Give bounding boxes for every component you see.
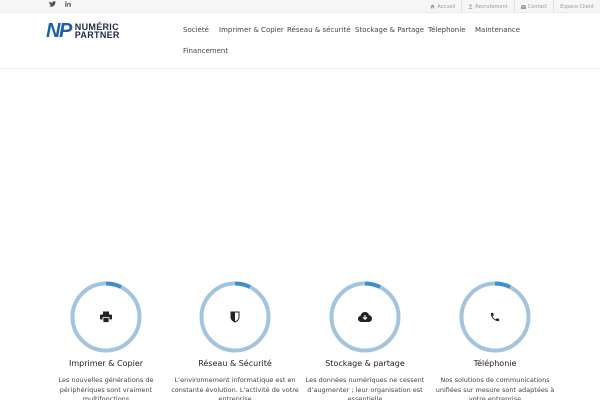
top-link-label: Contact [527, 3, 548, 10]
feature-ring [69, 280, 143, 354]
feature-title: Réseau & Sécurité [198, 359, 272, 368]
top-link-accueil[interactable]: Accueil [424, 0, 461, 13]
top-link-contact[interactable]: Contact [513, 0, 553, 13]
nav-item-maintenance[interactable]: Maintenance [475, 26, 520, 34]
top-bar: Accueil Recrutement Contact Espace Clien… [0, 0, 600, 13]
site-header: NP NUMÉRIC PARTNER Société Imprimer & Co… [0, 13, 600, 69]
feature-telephonie[interactable]: Téléphonie Nos solutions de communicatio… [425, 280, 565, 400]
social-links [49, 1, 71, 7]
envelope-icon [520, 4, 526, 9]
feature-imprimer-copier[interactable]: Imprimer & Copier Les nouvelles générati… [36, 280, 176, 400]
feature-title: Téléphonie [473, 359, 517, 368]
top-link-recrutement[interactable]: Recrutement [461, 0, 513, 13]
top-link-espace-client[interactable]: Espace Client [553, 0, 600, 13]
logo-mark: NP [46, 20, 72, 42]
nav-item-telephonie[interactable]: Télephonie [428, 26, 466, 34]
feature-title: Stockage & partage [325, 359, 405, 368]
feature-description: L’environnement informatique est en cons… [171, 376, 299, 400]
feature-reseau-securite[interactable]: Réseau & Sécurité L’environnement inform… [165, 280, 305, 400]
feature-ring [198, 280, 272, 354]
home-icon [430, 4, 436, 9]
hero-area [0, 70, 600, 265]
top-links: Accueil Recrutement Contact Espace Clien… [424, 0, 600, 13]
cloud-download-icon [358, 312, 372, 322]
feature-description: Les données numériques ne cessent d’augm… [305, 376, 425, 400]
logo-wordmark: NUMÉRIC PARTNER [74, 22, 120, 40]
nav-item-imprimer-copier[interactable]: Imprimer & Copier [219, 26, 284, 34]
feature-ring [458, 280, 532, 354]
site-logo[interactable]: NP NUMÉRIC PARTNER [46, 21, 120, 41]
feature-description: Les nouvelles générations de périphériqu… [58, 376, 154, 400]
feature-description: Nos solutions de communications unifiées… [435, 376, 555, 400]
top-link-label: Espace Client [560, 3, 594, 10]
twitter-icon[interactable] [49, 1, 56, 7]
linkedin-icon[interactable] [65, 1, 71, 7]
feature-ring [328, 280, 402, 354]
feature-title: Imprimer & Copier [68, 359, 144, 368]
user-icon [468, 4, 473, 9]
shield-icon [230, 311, 240, 323]
nav-item-societe[interactable]: Société [183, 26, 209, 34]
nav-item-reseau-securite[interactable]: Réseau & sécurité [287, 26, 351, 34]
logo-line-2: PARTNER [74, 30, 120, 40]
printer-icon [100, 311, 112, 323]
feature-stockage-partage[interactable]: Stockage & partage Les données numérique… [295, 280, 435, 400]
nav-item-financement[interactable]: Financement [183, 47, 228, 55]
top-link-label: Recrutement [475, 3, 508, 10]
phone-icon [490, 312, 501, 323]
nav-item-stockage-partage[interactable]: Stockage & Partage [355, 26, 424, 34]
top-link-label: Accueil [437, 3, 456, 10]
